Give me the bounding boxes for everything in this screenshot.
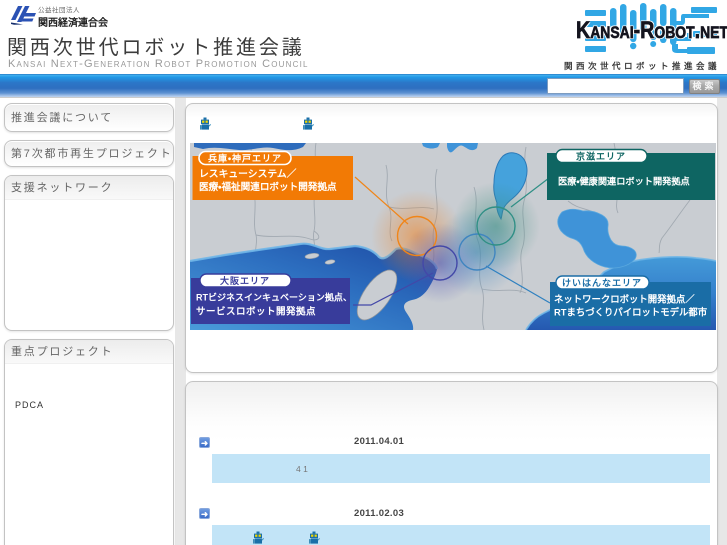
svg-text:サービスロボット開発拠点: サービスロボット開発拠点 (196, 306, 316, 318)
svg-text:医療・健康関連ロボット開発拠点: 医療・健康関連ロボット開発拠点 (558, 176, 690, 187)
svg-text:大阪エリア: 大阪エリア (220, 275, 270, 286)
svg-text:ネットワークロボット開発拠点／: ネットワークロボット開発拠点／ (554, 294, 695, 305)
svg-text:レスキューシステム／: レスキューシステム／ (199, 167, 297, 180)
svg-text:兵庫・神戸エリア: 兵庫・神戸エリア (208, 153, 282, 164)
svg-text:けいはんなエリア: けいはんなエリア (562, 278, 642, 288)
svg-text:京滋エリア: 京滋エリア (576, 151, 626, 162)
svg-text:医療・福祉関連ロボット開発拠点: 医療・福祉関連ロボット開発拠点 (199, 181, 337, 193)
svg-text:RTビジネスインキュベーション拠点、: RTビジネスインキュベーション拠点、 (196, 292, 352, 303)
svg-text:RTまちづくりパイロットモデル都市: RTまちづくりパイロットモデル都市 (554, 307, 708, 318)
